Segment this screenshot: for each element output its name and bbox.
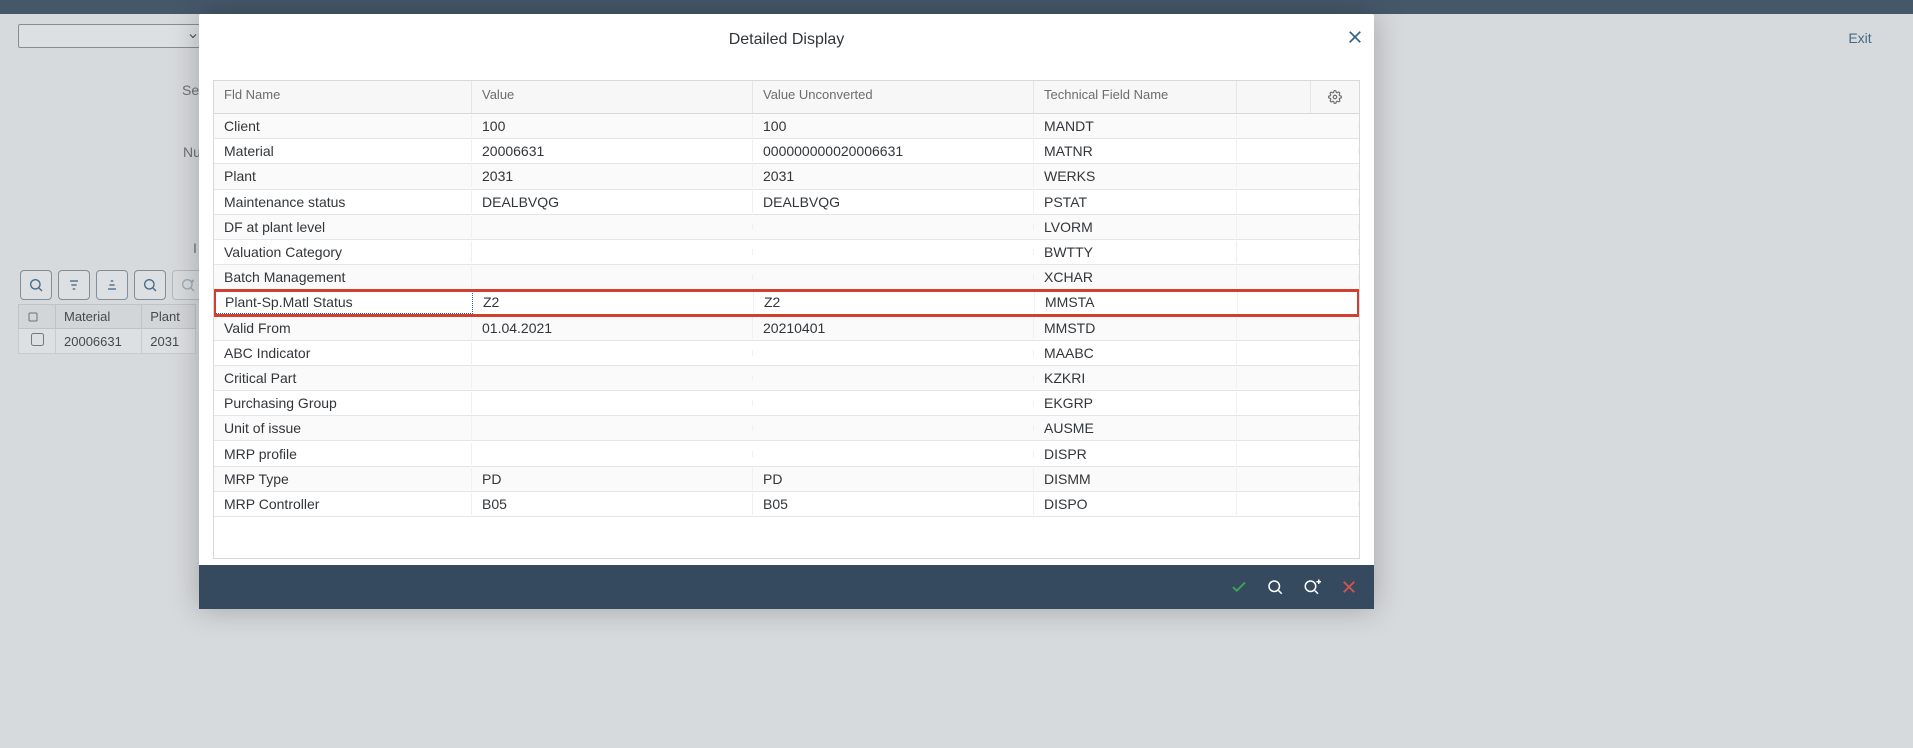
col-tech-name[interactable]: Technical Field Name bbox=[1034, 81, 1237, 113]
close-icon[interactable] bbox=[1346, 28, 1364, 46]
cell-tech-name: MAABC bbox=[1034, 342, 1237, 364]
cell-fld-name: MRP profile bbox=[214, 443, 472, 465]
cell-fld-name: ABC Indicator bbox=[214, 342, 472, 364]
table-settings-button[interactable] bbox=[1311, 81, 1359, 113]
cell-value-unconverted: 2031 bbox=[753, 165, 1034, 187]
table-row[interactable]: Critical Part KZKRI bbox=[214, 366, 1359, 391]
field-table: Fld Name Value Value Unconverted Technic… bbox=[213, 80, 1360, 559]
detailed-display-dialog: Detailed Display Fld Name Value Value Un… bbox=[199, 14, 1374, 609]
table-row[interactable]: Valid From01.04.202120210401MMSTD bbox=[214, 316, 1359, 341]
cell-tech-name: DISPO bbox=[1034, 493, 1237, 515]
cell-tech-name: DISMM bbox=[1034, 468, 1237, 490]
cell-fld-name: Purchasing Group bbox=[214, 392, 472, 414]
table-row[interactable]: MRP TypePDPDDISMM bbox=[214, 467, 1359, 492]
cell-value bbox=[472, 224, 753, 230]
cell-tech-name: XCHAR bbox=[1034, 266, 1237, 288]
cell-value-unconverted bbox=[753, 224, 1034, 230]
table-row[interactable]: Plant-Sp.Matl StatusZ2Z2MMSTA bbox=[214, 290, 1359, 315]
cell-value-unconverted bbox=[753, 400, 1034, 406]
find-button[interactable] bbox=[1266, 578, 1284, 596]
cell-value: 100 bbox=[472, 115, 753, 137]
cell-value-unconverted: 20210401 bbox=[753, 317, 1034, 339]
cell-fld-name: Plant bbox=[214, 165, 472, 187]
cell-value-unconverted bbox=[753, 451, 1034, 457]
table-row[interactable]: Plant20312031WERKS bbox=[214, 164, 1359, 189]
cell-value bbox=[472, 350, 753, 356]
col-value-raw[interactable]: Value Unconverted bbox=[753, 81, 1034, 113]
dialog-header: Detailed Display bbox=[199, 14, 1374, 66]
table-row[interactable]: MRP ControllerB05B05DISPO bbox=[214, 492, 1359, 517]
cell-value bbox=[472, 451, 753, 457]
cell-value bbox=[472, 274, 753, 280]
table-row[interactable]: Client100100MANDT bbox=[214, 114, 1359, 139]
cell-value: 2031 bbox=[472, 165, 753, 187]
cell-fld-name: Plant-Sp.Matl Status bbox=[214, 290, 473, 314]
cell-value bbox=[472, 400, 753, 406]
table-row[interactable]: Purchasing Group EKGRP bbox=[214, 391, 1359, 416]
table-row[interactable]: ABC Indicator MAABC bbox=[214, 341, 1359, 366]
cell-value bbox=[472, 249, 753, 255]
cell-tech-name: PSTAT bbox=[1034, 191, 1237, 213]
cell-fld-name: Maintenance status bbox=[214, 191, 472, 213]
cell-value-unconverted: 100 bbox=[753, 115, 1034, 137]
cancel-button[interactable] bbox=[1340, 578, 1358, 596]
cell-value: 01.04.2021 bbox=[472, 317, 753, 339]
cell-tech-name: LVORM bbox=[1034, 216, 1237, 238]
table-row[interactable]: Maintenance statusDEALBVQGDEALBVQGPSTAT bbox=[214, 190, 1359, 215]
cell-tech-name: AUSME bbox=[1034, 417, 1237, 439]
accept-button[interactable] bbox=[1230, 578, 1248, 596]
cell-tech-name: DISPR bbox=[1034, 443, 1237, 465]
cell-fld-name: Material bbox=[214, 140, 472, 162]
table-row[interactable]: Unit of issue AUSME bbox=[214, 416, 1359, 441]
table-row[interactable]: Material20006631000000000020006631MATNR bbox=[214, 139, 1359, 164]
cell-fld-name: Client bbox=[214, 115, 472, 137]
cell-fld-name: Unit of issue bbox=[214, 417, 472, 439]
cell-value-unconverted: 000000000020006631 bbox=[753, 140, 1034, 162]
cell-value-unconverted bbox=[753, 249, 1034, 255]
dialog-title: Detailed Display bbox=[729, 31, 845, 49]
cell-value: DEALBVQG bbox=[472, 191, 753, 213]
cell-value-unconverted: PD bbox=[753, 468, 1034, 490]
cell-tech-name: MMSTA bbox=[1035, 291, 1238, 313]
cell-value: Z2 bbox=[473, 291, 754, 313]
cell-tech-name: KZKRI bbox=[1034, 367, 1237, 389]
cell-value-unconverted bbox=[753, 425, 1034, 431]
cell-tech-name: WERKS bbox=[1034, 165, 1237, 187]
cell-tech-name: EKGRP bbox=[1034, 392, 1237, 414]
cell-tech-name: BWTTY bbox=[1034, 241, 1237, 263]
cell-fld-name: DF at plant level bbox=[214, 216, 472, 238]
find-next-button[interactable] bbox=[1302, 578, 1322, 596]
col-fld-name[interactable]: Fld Name bbox=[214, 81, 472, 113]
cell-tech-name: MATNR bbox=[1034, 140, 1237, 162]
cell-fld-name: MRP Controller bbox=[214, 493, 472, 515]
cell-tech-name: MANDT bbox=[1034, 115, 1237, 137]
cell-value-unconverted: DEALBVQG bbox=[753, 191, 1034, 213]
cell-value-unconverted: B05 bbox=[753, 493, 1034, 515]
cell-tech-name: MMSTD bbox=[1034, 317, 1237, 339]
col-value[interactable]: Value bbox=[472, 81, 753, 113]
cell-value bbox=[472, 425, 753, 431]
cell-value-unconverted bbox=[753, 375, 1034, 381]
cell-value bbox=[472, 375, 753, 381]
cell-value-unconverted: Z2 bbox=[754, 291, 1035, 313]
cell-value: PD bbox=[472, 468, 753, 490]
cell-fld-name: MRP Type bbox=[214, 468, 472, 490]
table-row[interactable]: DF at plant level LVORM bbox=[214, 215, 1359, 240]
cell-fld-name: Valid From bbox=[214, 317, 472, 339]
table-row[interactable]: Valuation Category BWTTY bbox=[214, 240, 1359, 265]
cell-fld-name: Valuation Category bbox=[214, 241, 472, 263]
dialog-footer bbox=[199, 565, 1374, 609]
cell-fld-name: Critical Part bbox=[214, 367, 472, 389]
cell-fld-name: Batch Management bbox=[214, 266, 472, 288]
cell-value: B05 bbox=[472, 493, 753, 515]
cell-value: 20006631 bbox=[472, 140, 753, 162]
table-row[interactable]: MRP profile DISPR bbox=[214, 441, 1359, 466]
cell-value-unconverted bbox=[753, 350, 1034, 356]
table-header-row: Fld Name Value Value Unconverted Technic… bbox=[214, 81, 1359, 114]
cell-value-unconverted bbox=[753, 274, 1034, 280]
table-row[interactable]: Batch Management XCHAR bbox=[214, 265, 1359, 290]
